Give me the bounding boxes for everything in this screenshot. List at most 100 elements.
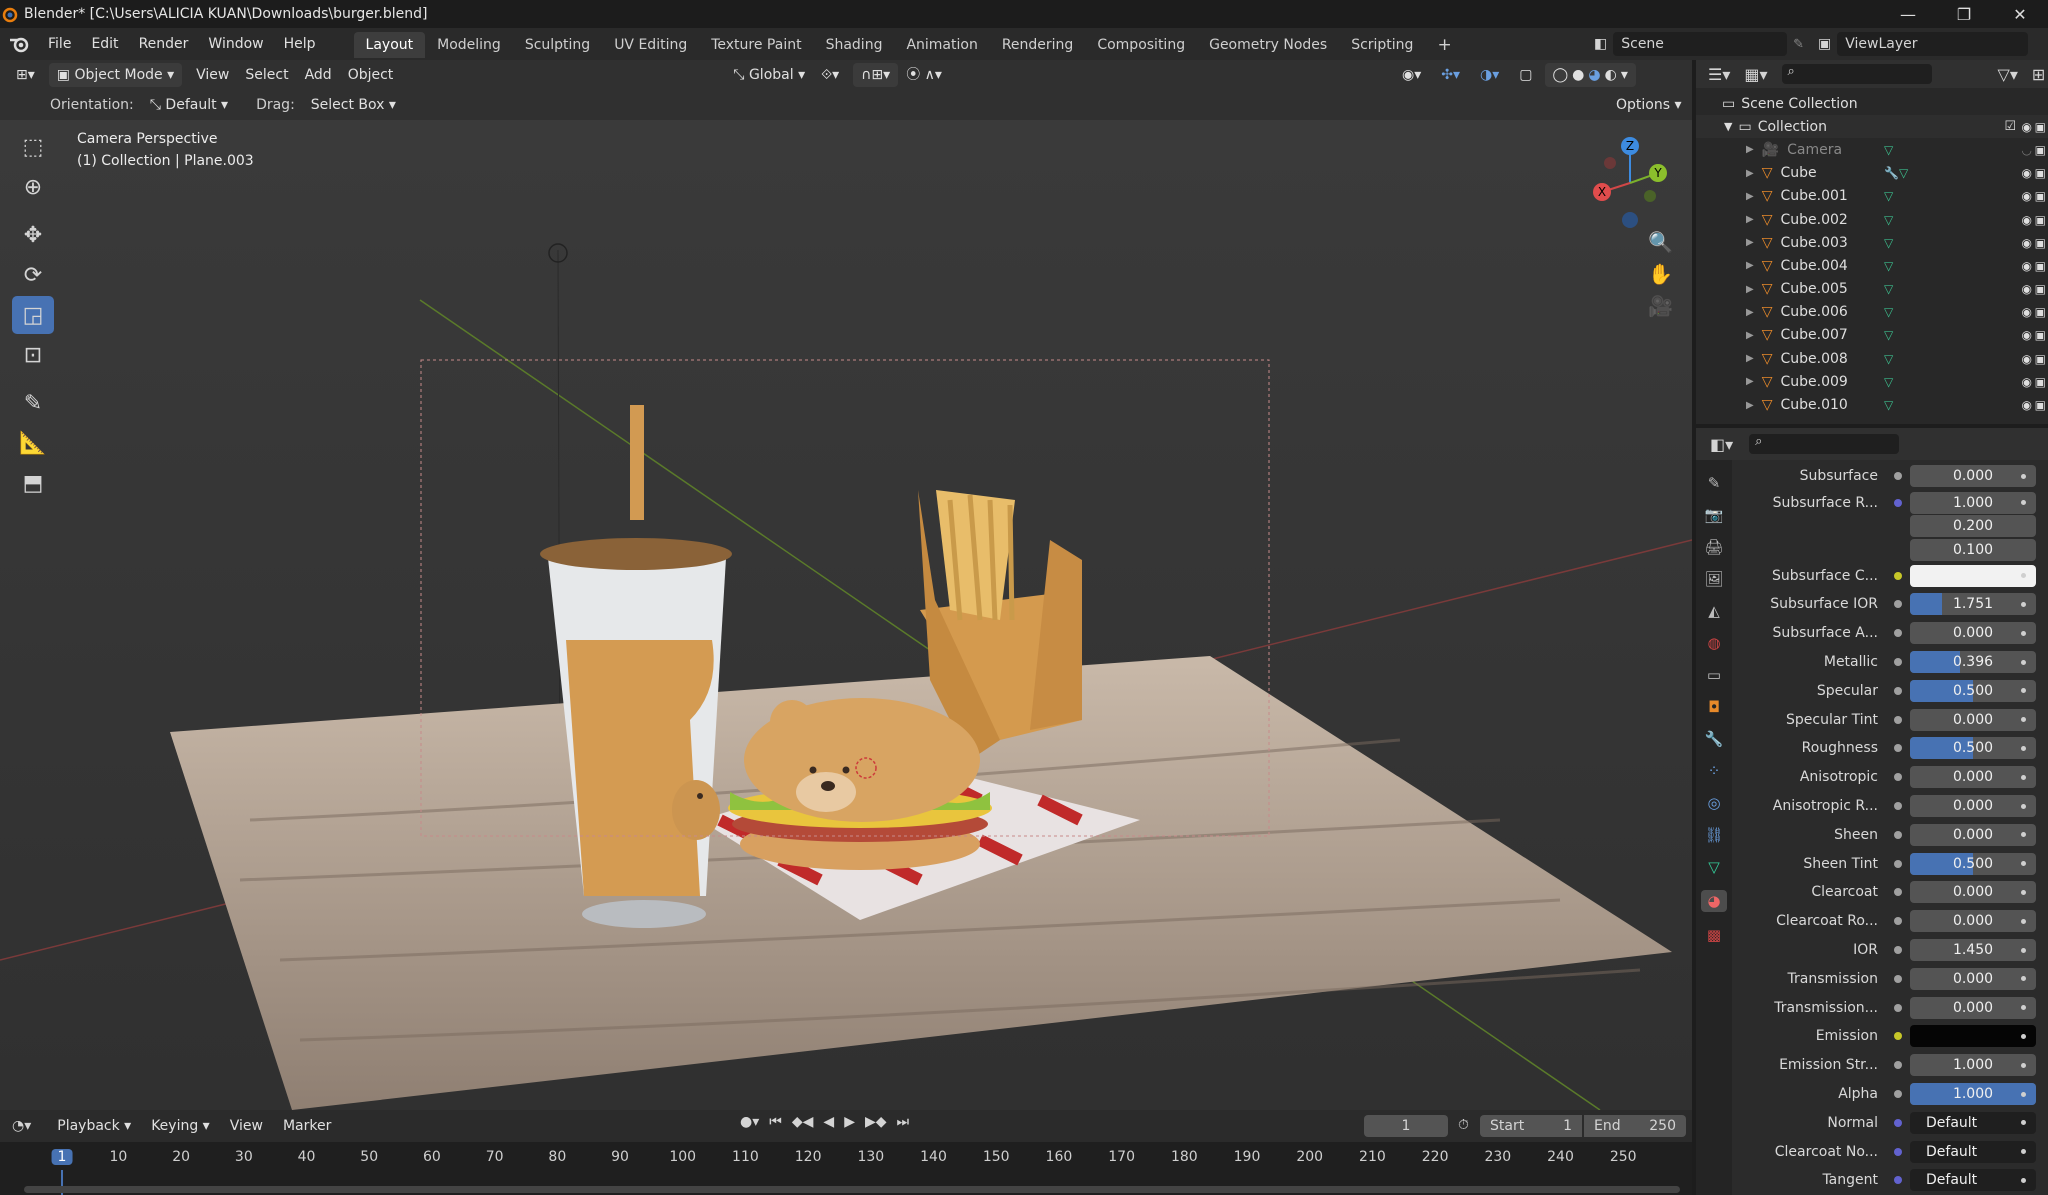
socket-icon[interactable] <box>1894 571 1902 580</box>
value-slider[interactable]: 0.000 <box>1910 967 2036 990</box>
navigation-gizmo[interactable]: Z Y X <box>1580 128 1680 228</box>
outliner-editor-icon[interactable]: ☰▾ <box>1708 65 1730 84</box>
xray-button[interactable]: ▢ <box>1511 63 1540 87</box>
socket-icon[interactable] <box>1894 629 1902 638</box>
proportional-edit-button[interactable]: ⦿ ∧▾ <box>898 63 950 87</box>
socket-icon[interactable] <box>1894 859 1902 868</box>
keying-menu[interactable]: Keying ▾ <box>143 1114 218 1138</box>
animate-dot-icon[interactable] <box>2021 803 2026 809</box>
expand-arrow-icon[interactable]: ▶ <box>1746 400 1754 411</box>
display-mode-icon[interactable]: ▦▾ <box>1744 65 1767 84</box>
camera-render-icon[interactable]: ▣ <box>2035 305 2046 319</box>
orientation-dropdown[interactable]: ⤡ Default ▾ <box>142 93 236 117</box>
pivot-point-button[interactable]: ⟐▾ <box>813 63 847 87</box>
measure-tool[interactable]: 📐 <box>12 424 54 462</box>
eye-icon[interactable]: ◉ <box>2022 305 2032 319</box>
socket-icon[interactable] <box>1894 472 1902 481</box>
socket-icon[interactable] <box>1894 802 1902 811</box>
eye-icon[interactable]: ◉ <box>2022 352 2032 366</box>
camera-render-icon[interactable]: ▣ <box>2035 143 2046 157</box>
animate-dot-icon[interactable] <box>2021 601 2026 607</box>
socket-icon[interactable] <box>1894 1090 1902 1099</box>
pan-hand-icon[interactable]: ✋ <box>1648 262 1673 286</box>
end-frame-field[interactable]: End 250 <box>1584 1115 1686 1137</box>
start-frame-field[interactable]: Start 1 <box>1480 1115 1582 1137</box>
add-menu[interactable]: Add <box>297 63 340 87</box>
value-slider[interactable]: 0.500 <box>1910 852 2036 875</box>
animate-dot-icon[interactable] <box>2021 1033 2026 1039</box>
tab-uv-editing[interactable]: UV Editing <box>602 32 699 58</box>
value-slider[interactable]: 0.200 <box>1910 515 2036 538</box>
socket-icon[interactable] <box>1894 744 1902 753</box>
expand-arrow-icon[interactable]: ▶ <box>1746 376 1754 387</box>
expand-arrow-icon[interactable]: ▶ <box>1746 237 1754 248</box>
animate-dot-icon[interactable] <box>2021 918 2026 924</box>
expand-arrow-icon[interactable]: ▶ <box>1746 144 1754 155</box>
outliner-item[interactable]: ▶ ▽ Cube.007 ▽ ◉ ▣ <box>1696 324 2048 347</box>
outliner-item[interactable]: ▶ ▽ Cube 🔧▽ ◉ ▣ <box>1696 162 2048 185</box>
timeline-editor-icon[interactable]: ◔▾ <box>12 1118 31 1134</box>
properties-editor-icon[interactable]: ◧▾ <box>1710 435 1733 454</box>
expand-arrow-icon[interactable]: ▶ <box>1746 168 1754 179</box>
scene-tab-icon[interactable]: ◭ <box>1708 602 1720 620</box>
socket-icon[interactable] <box>1894 600 1902 609</box>
camera-render-icon[interactable]: ▣ <box>2035 166 2046 180</box>
select-box-tool[interactable]: ⬚ <box>12 128 54 166</box>
drag-dropdown[interactable]: Select Box ▾ <box>303 93 404 117</box>
outliner-item[interactable]: ▶ ▽ Cube.010 ▽ ◉ ▣ <box>1696 393 2048 416</box>
cursor-tool[interactable]: ⊕ <box>12 168 54 206</box>
socket-icon[interactable] <box>1894 1176 1902 1185</box>
3d-viewport[interactable]: Camera Perspective (1) Collection | Plan… <box>0 120 1692 1110</box>
expand-arrow-icon[interactable]: ▶ <box>1746 307 1754 318</box>
animate-dot-icon[interactable] <box>2021 659 2026 665</box>
expand-arrow-icon[interactable]: ▶ <box>1746 284 1754 295</box>
outliner-item[interactable]: ▶ ▽ Cube.001 ▽ ◉ ▣ <box>1696 185 2048 208</box>
socket-icon[interactable] <box>1894 498 1902 507</box>
move-tool[interactable]: ✥ <box>12 216 54 254</box>
tab-rendering[interactable]: Rendering <box>990 32 1086 58</box>
outliner-item[interactable]: ▶ ▽ Cube.005 ▽ ◉ ▣ <box>1696 278 2048 301</box>
value-slider[interactable]: 0.500 <box>1910 737 2036 760</box>
record-icon[interactable]: ●▾ <box>740 1114 759 1130</box>
transform-tool[interactable]: ⊡ <box>12 336 54 374</box>
eye-icon[interactable]: ◡ <box>2022 143 2032 157</box>
tab-animation[interactable]: Animation <box>894 32 989 58</box>
constraints-tab-icon[interactable]: ⛓ <box>1704 826 1723 844</box>
value-slider[interactable]: 0.000 <box>1910 996 2036 1019</box>
tab-sculpting[interactable]: Sculpting <box>513 32 602 58</box>
mode-dropdown[interactable]: ▣ Object Mode ▾ <box>48 63 183 87</box>
collapse-arrow-icon[interactable]: ▼ <box>1724 120 1732 133</box>
rotate-tool[interactable]: ⟳ <box>12 256 54 294</box>
material-shading-icon[interactable]: ◕ <box>1588 63 1600 87</box>
eye-icon[interactable]: ◉ <box>2022 328 2032 342</box>
visibility-button[interactable]: ◉▾ <box>1394 63 1429 87</box>
material-tab-icon[interactable]: ◕ <box>1701 890 1727 912</box>
animate-dot-icon[interactable] <box>2021 774 2026 780</box>
collection-row[interactable]: ▼ ▭ Collection ☑ ◉ ▣ <box>1696 115 2048 139</box>
socket-icon[interactable] <box>1894 1118 1902 1127</box>
outliner-item[interactable]: ▶ ▽ Cube.009 ▽ ◉ ▣ <box>1696 370 2048 393</box>
camera-render-icon[interactable]: ▣ <box>2035 120 2046 134</box>
socket-icon[interactable] <box>1894 773 1902 782</box>
tab-compositing[interactable]: Compositing <box>1085 32 1197 58</box>
transform-orientation-dropdown[interactable]: ⤡ Global ▾ <box>725 63 813 87</box>
eye-icon[interactable]: ◉ <box>2022 120 2032 134</box>
view-layer-tab-icon[interactable]: 🖼 <box>1704 570 1723 588</box>
tool-tab-icon[interactable]: ✎ <box>1708 474 1721 492</box>
socket-icon[interactable] <box>1894 686 1902 695</box>
outliner-item[interactable]: ▶ ▽ Cube.002 ▽ ◉ ▣ <box>1696 208 2048 231</box>
value-slider[interactable]: 0.100 <box>1910 538 2036 561</box>
outliner-item[interactable]: ▶ ▽ Cube.004 ▽ ◉ ▣ <box>1696 254 2048 277</box>
link-field[interactable]: Default <box>1910 1111 2036 1134</box>
value-slider[interactable]: 1.000 <box>1910 491 2036 514</box>
modifier-tab-icon[interactable]: 🔧 <box>1705 730 1724 748</box>
expand-arrow-icon[interactable]: ▶ <box>1746 330 1754 341</box>
animate-dot-icon[interactable] <box>2021 947 2026 953</box>
socket-icon[interactable] <box>1894 917 1902 926</box>
add-cube-tool[interactable]: ⬒ <box>12 464 54 502</box>
tab-modeling[interactable]: Modeling <box>425 32 513 58</box>
outliner-item[interactable]: ▶ ▽ Cube.008 ▽ ◉ ▣ <box>1696 347 2048 370</box>
rendered-shading-icon[interactable]: ◐ <box>1605 63 1617 87</box>
snap-button[interactable]: ∩⊞▾ <box>853 63 899 87</box>
animate-dot-icon[interactable] <box>2021 1091 2026 1097</box>
